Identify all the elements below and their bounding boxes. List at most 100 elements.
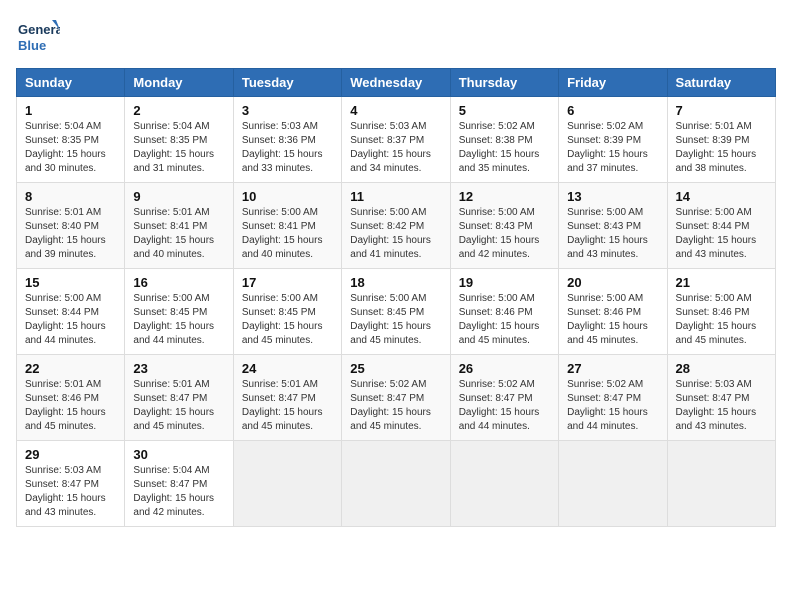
calendar-cell: 6 Sunrise: 5:02 AMSunset: 8:39 PMDayligh… (559, 97, 667, 183)
day-info: Sunrise: 5:02 AMSunset: 8:39 PMDaylight:… (567, 120, 658, 176)
calendar-cell: 3 Sunrise: 5:03 AMSunset: 8:36 PMDayligh… (233, 97, 341, 183)
day-number: 9 (133, 189, 224, 204)
calendar-cell (450, 441, 558, 527)
day-info: Sunrise: 5:04 AMSunset: 8:35 PMDaylight:… (25, 120, 116, 176)
calendar-cell: 14 Sunrise: 5:00 AMSunset: 8:44 PMDaylig… (667, 183, 775, 269)
day-info: Sunrise: 5:01 AMSunset: 8:47 PMDaylight:… (133, 378, 224, 434)
svg-text:General: General (18, 22, 60, 37)
day-info: Sunrise: 5:00 AMSunset: 8:46 PMDaylight:… (567, 292, 658, 348)
calendar-cell (559, 441, 667, 527)
calendar-cell: 17 Sunrise: 5:00 AMSunset: 8:45 PMDaylig… (233, 269, 341, 355)
calendar-week-3: 15 Sunrise: 5:00 AMSunset: 8:44 PMDaylig… (17, 269, 776, 355)
day-number: 28 (676, 361, 767, 376)
day-info: Sunrise: 5:02 AMSunset: 8:47 PMDaylight:… (567, 378, 658, 434)
calendar-cell: 8 Sunrise: 5:01 AMSunset: 8:40 PMDayligh… (17, 183, 125, 269)
calendar-cell (233, 441, 341, 527)
day-number: 23 (133, 361, 224, 376)
day-info: Sunrise: 5:00 AMSunset: 8:41 PMDaylight:… (242, 206, 333, 262)
calendar-week-1: 1 Sunrise: 5:04 AMSunset: 8:35 PMDayligh… (17, 97, 776, 183)
calendar-cell: 23 Sunrise: 5:01 AMSunset: 8:47 PMDaylig… (125, 355, 233, 441)
day-info: Sunrise: 5:03 AMSunset: 8:36 PMDaylight:… (242, 120, 333, 176)
calendar-cell: 20 Sunrise: 5:00 AMSunset: 8:46 PMDaylig… (559, 269, 667, 355)
day-info: Sunrise: 5:00 AMSunset: 8:46 PMDaylight:… (676, 292, 767, 348)
calendar-header-row: SundayMondayTuesdayWednesdayThursdayFrid… (17, 69, 776, 97)
calendar-cell: 26 Sunrise: 5:02 AMSunset: 8:47 PMDaylig… (450, 355, 558, 441)
calendar-week-5: 29 Sunrise: 5:03 AMSunset: 8:47 PMDaylig… (17, 441, 776, 527)
calendar-cell: 24 Sunrise: 5:01 AMSunset: 8:47 PMDaylig… (233, 355, 341, 441)
day-info: Sunrise: 5:01 AMSunset: 8:46 PMDaylight:… (25, 378, 116, 434)
day-number: 21 (676, 275, 767, 290)
day-info: Sunrise: 5:03 AMSunset: 8:47 PMDaylight:… (25, 464, 116, 520)
calendar-cell: 12 Sunrise: 5:00 AMSunset: 8:43 PMDaylig… (450, 183, 558, 269)
day-number: 13 (567, 189, 658, 204)
header: General Blue (16, 16, 776, 60)
calendar-cell: 15 Sunrise: 5:00 AMSunset: 8:44 PMDaylig… (17, 269, 125, 355)
day-number: 6 (567, 103, 658, 118)
calendar-cell: 25 Sunrise: 5:02 AMSunset: 8:47 PMDaylig… (342, 355, 450, 441)
day-info: Sunrise: 5:01 AMSunset: 8:40 PMDaylight:… (25, 206, 116, 262)
day-info: Sunrise: 5:00 AMSunset: 8:42 PMDaylight:… (350, 206, 441, 262)
day-number: 30 (133, 447, 224, 462)
day-info: Sunrise: 5:00 AMSunset: 8:45 PMDaylight:… (242, 292, 333, 348)
day-info: Sunrise: 5:00 AMSunset: 8:45 PMDaylight:… (350, 292, 441, 348)
calendar-cell: 18 Sunrise: 5:00 AMSunset: 8:45 PMDaylig… (342, 269, 450, 355)
day-info: Sunrise: 5:02 AMSunset: 8:38 PMDaylight:… (459, 120, 550, 176)
day-number: 22 (25, 361, 116, 376)
calendar-cell: 5 Sunrise: 5:02 AMSunset: 8:38 PMDayligh… (450, 97, 558, 183)
logo-svg: General Blue (16, 16, 60, 60)
calendar-cell: 22 Sunrise: 5:01 AMSunset: 8:46 PMDaylig… (17, 355, 125, 441)
calendar-cell: 4 Sunrise: 5:03 AMSunset: 8:37 PMDayligh… (342, 97, 450, 183)
calendar-cell: 7 Sunrise: 5:01 AMSunset: 8:39 PMDayligh… (667, 97, 775, 183)
calendar-cell: 9 Sunrise: 5:01 AMSunset: 8:41 PMDayligh… (125, 183, 233, 269)
day-number: 4 (350, 103, 441, 118)
day-number: 20 (567, 275, 658, 290)
day-number: 17 (242, 275, 333, 290)
svg-text:Blue: Blue (18, 38, 46, 53)
calendar-cell (342, 441, 450, 527)
day-number: 3 (242, 103, 333, 118)
day-info: Sunrise: 5:00 AMSunset: 8:43 PMDaylight:… (567, 206, 658, 262)
calendar-cell: 11 Sunrise: 5:00 AMSunset: 8:42 PMDaylig… (342, 183, 450, 269)
day-info: Sunrise: 5:01 AMSunset: 8:47 PMDaylight:… (242, 378, 333, 434)
calendar: SundayMondayTuesdayWednesdayThursdayFrid… (16, 68, 776, 527)
day-info: Sunrise: 5:00 AMSunset: 8:44 PMDaylight:… (25, 292, 116, 348)
calendar-cell: 16 Sunrise: 5:00 AMSunset: 8:45 PMDaylig… (125, 269, 233, 355)
day-info: Sunrise: 5:00 AMSunset: 8:46 PMDaylight:… (459, 292, 550, 348)
day-number: 15 (25, 275, 116, 290)
calendar-week-2: 8 Sunrise: 5:01 AMSunset: 8:40 PMDayligh… (17, 183, 776, 269)
day-info: Sunrise: 5:03 AMSunset: 8:47 PMDaylight:… (676, 378, 767, 434)
day-number: 5 (459, 103, 550, 118)
day-header-sunday: Sunday (17, 69, 125, 97)
calendar-cell: 19 Sunrise: 5:00 AMSunset: 8:46 PMDaylig… (450, 269, 558, 355)
day-number: 16 (133, 275, 224, 290)
day-number: 24 (242, 361, 333, 376)
calendar-cell: 27 Sunrise: 5:02 AMSunset: 8:47 PMDaylig… (559, 355, 667, 441)
day-number: 27 (567, 361, 658, 376)
day-number: 14 (676, 189, 767, 204)
logo: General Blue (16, 16, 60, 60)
day-header-wednesday: Wednesday (342, 69, 450, 97)
day-number: 12 (459, 189, 550, 204)
calendar-cell (667, 441, 775, 527)
day-number: 18 (350, 275, 441, 290)
day-info: Sunrise: 5:00 AMSunset: 8:43 PMDaylight:… (459, 206, 550, 262)
day-header-thursday: Thursday (450, 69, 558, 97)
day-info: Sunrise: 5:01 AMSunset: 8:41 PMDaylight:… (133, 206, 224, 262)
day-header-monday: Monday (125, 69, 233, 97)
calendar-cell: 21 Sunrise: 5:00 AMSunset: 8:46 PMDaylig… (667, 269, 775, 355)
day-info: Sunrise: 5:03 AMSunset: 8:37 PMDaylight:… (350, 120, 441, 176)
calendar-cell: 1 Sunrise: 5:04 AMSunset: 8:35 PMDayligh… (17, 97, 125, 183)
day-number: 26 (459, 361, 550, 376)
day-number: 2 (133, 103, 224, 118)
calendar-cell: 10 Sunrise: 5:00 AMSunset: 8:41 PMDaylig… (233, 183, 341, 269)
day-number: 7 (676, 103, 767, 118)
day-info: Sunrise: 5:04 AMSunset: 8:35 PMDaylight:… (133, 120, 224, 176)
day-header-friday: Friday (559, 69, 667, 97)
day-header-tuesday: Tuesday (233, 69, 341, 97)
day-number: 10 (242, 189, 333, 204)
day-number: 8 (25, 189, 116, 204)
day-info: Sunrise: 5:01 AMSunset: 8:39 PMDaylight:… (676, 120, 767, 176)
calendar-cell: 30 Sunrise: 5:04 AMSunset: 8:47 PMDaylig… (125, 441, 233, 527)
day-info: Sunrise: 5:02 AMSunset: 8:47 PMDaylight:… (350, 378, 441, 434)
calendar-week-4: 22 Sunrise: 5:01 AMSunset: 8:46 PMDaylig… (17, 355, 776, 441)
